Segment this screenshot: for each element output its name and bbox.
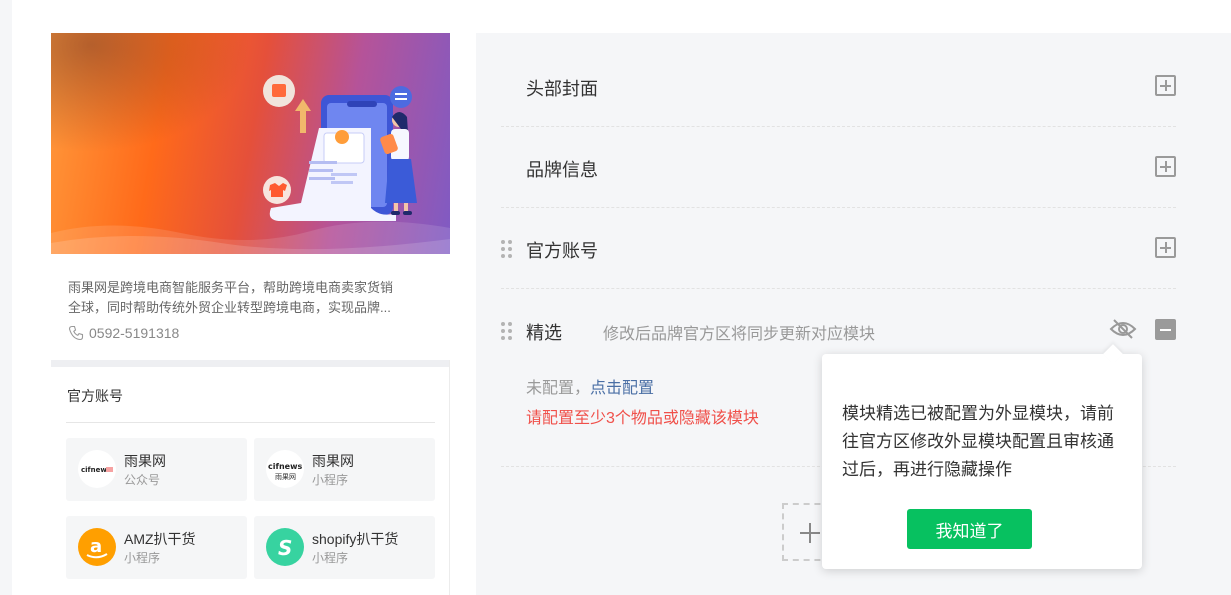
expand-plus-icon[interactable] [1155, 156, 1176, 177]
phone-number: 0592-5191318 [89, 325, 180, 341]
amazon-logo-icon: a [78, 528, 116, 566]
tooltip-message: 模块精选已被配置为外显模块，请前 往官方区修改外显模块配置且审核通 过后，再进行… [842, 400, 1127, 484]
config-status: 未配置，点击配置 [526, 374, 654, 398]
status-text: 未配置， [526, 380, 591, 397]
account-name: 雨果网 [124, 453, 166, 469]
module-row-cover: 头部封面 [501, 59, 1176, 127]
accounts-title: 官方账号 [67, 388, 123, 404]
account-name: shopify扒干货 [312, 531, 399, 547]
intro-line-2: 全球，同时帮助传统外贸企业转型跨境电商，实现品牌... [68, 300, 391, 315]
expand-plus-icon[interactable] [1155, 237, 1176, 258]
account-card[interactable]: cifnews 雨果网 雨果网 小程序 [254, 438, 435, 501]
hidden-eye-icon[interactable] [1109, 318, 1137, 340]
account-name: 雨果网 [312, 453, 354, 469]
brand-preview: 雨果网是跨境电商智能服务平台，帮助跨境电商卖家货销 全球，同时帮助传统外贸企业转… [51, 33, 450, 595]
left-edge-strip [0, 0, 12, 595]
account-type: 小程序 [312, 473, 349, 487]
svg-text:雨果网: 雨果网 [275, 473, 296, 481]
got-it-button[interactable]: 我知道了 [907, 509, 1032, 549]
cover-illustration-icon [51, 75, 450, 254]
preview-border [449, 360, 450, 595]
drag-handle-icon[interactable] [501, 322, 513, 340]
tooltip-line-3: 过后，再进行隐藏操作 [842, 460, 1012, 479]
account-type: 公众号 [124, 473, 161, 487]
account-card[interactable]: S shopify扒干货 小程序 [254, 516, 435, 579]
svg-text:S: S [278, 536, 292, 560]
account-card[interactable]: a AMZ扒干货 小程序 [66, 516, 247, 579]
module-title: 头部封面 [526, 79, 598, 99]
collapse-minus-icon[interactable] [1155, 319, 1176, 340]
section-divider [51, 360, 450, 367]
accounts-divider [66, 422, 435, 423]
intro-line-1: 雨果网是跨境电商智能服务平台，帮助跨境电商卖家货销 [68, 280, 394, 295]
tooltip-line-1: 模块精选已被配置为外显模块，请前 [842, 404, 1114, 423]
expand-plus-icon[interactable] [1155, 75, 1176, 96]
module-title: 官方账号 [526, 241, 598, 261]
module-hint: 修改后品牌官方区将同步更新对应模块 [603, 326, 876, 343]
brand-phone: 0592-5191318 [68, 325, 179, 341]
cifnews-miniapp-logo-icon: cifnews 雨果网 [266, 450, 304, 488]
cifnews-logo-icon: cifnews [78, 450, 116, 488]
svg-text:a: a [90, 536, 102, 557]
module-row-brand-info: 品牌信息 [501, 127, 1176, 208]
shopify-logo-icon: S [266, 528, 304, 566]
module-title: 品牌信息 [526, 160, 598, 180]
phone-icon [68, 325, 84, 341]
hide-module-tooltip: 模块精选已被配置为外显模块，请前 往官方区修改外显模块配置且审核通 过后，再进行… [822, 344, 1142, 569]
account-type: 小程序 [124, 551, 161, 565]
configure-link[interactable]: 点击配置 [590, 380, 654, 397]
config-error: 请配置至少3个物品或隐藏该模块 [526, 410, 759, 427]
module-title: 精选 [526, 323, 562, 343]
module-row-official-accounts: 官方账号 [501, 208, 1176, 289]
account-name: AMZ扒干货 [124, 531, 196, 547]
account-card[interactable]: cifnews 雨果网 公众号 [66, 438, 247, 501]
drag-handle-icon[interactable] [501, 240, 513, 258]
tooltip-line-2: 往官方区修改外显模块配置且审核通 [842, 432, 1114, 451]
brand-intro: 雨果网是跨境电商智能服务平台，帮助跨境电商卖家货销 全球，同时帮助传统外贸企业转… [68, 278, 436, 318]
svg-text:cifnews: cifnews [268, 462, 302, 471]
cover-banner [51, 33, 450, 254]
account-type: 小程序 [312, 551, 349, 565]
